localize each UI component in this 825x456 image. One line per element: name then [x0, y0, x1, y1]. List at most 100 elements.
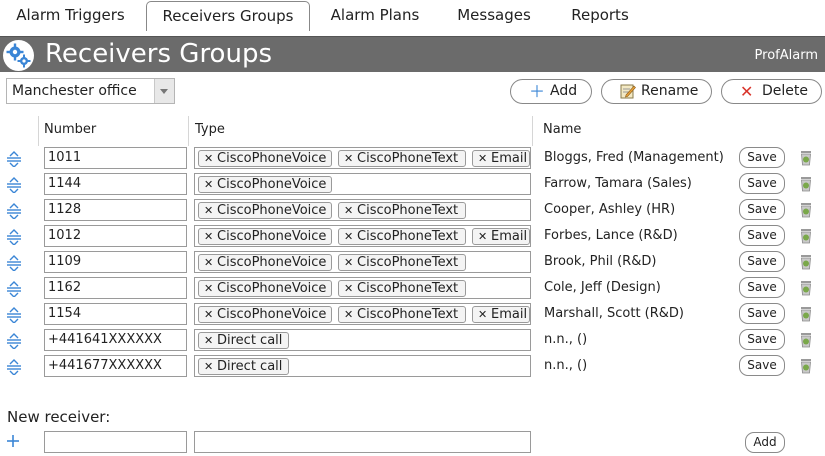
- remove-tag-icon[interactable]: ✕: [204, 255, 213, 270]
- type-field[interactable]: ✕ Direct call: [194, 329, 531, 351]
- trash-icon[interactable]: [799, 332, 813, 348]
- save-button[interactable]: Save: [739, 199, 785, 220]
- trash-icon[interactable]: [799, 280, 813, 296]
- type-tag: ✕ Direct call: [198, 358, 289, 375]
- save-button[interactable]: Save: [739, 251, 785, 272]
- drag-handle-icon[interactable]: [6, 151, 22, 168]
- remove-tag-icon[interactable]: ✕: [204, 281, 213, 296]
- trash-icon[interactable]: [799, 176, 813, 192]
- new-receiver-type-input[interactable]: [194, 431, 531, 453]
- add-group-button[interactable]: ＋ Add: [510, 79, 592, 104]
- type-tag-label: CiscoPhoneText: [357, 281, 459, 296]
- tab-reports[interactable]: Reports: [556, 1, 644, 30]
- rename-group-button[interactable]: Rename: [601, 79, 712, 104]
- trash-icon[interactable]: [799, 254, 813, 270]
- remove-tag-icon[interactable]: ✕: [204, 151, 213, 166]
- remove-tag-icon[interactable]: ✕: [344, 151, 353, 166]
- number-field[interactable]: +441641XXXXXX: [44, 329, 187, 351]
- save-button[interactable]: Save: [739, 173, 785, 194]
- tab-alarm-triggers[interactable]: Alarm Triggers: [4, 1, 137, 30]
- drag-handle-icon[interactable]: [6, 203, 22, 220]
- number-field[interactable]: 1128: [44, 199, 187, 221]
- table-row: 1144 ✕ CiscoPhoneVoice Farrow, Tamara (Sale…: [0, 172, 825, 198]
- remove-tag-icon[interactable]: ✕: [204, 177, 213, 192]
- remove-tag-icon[interactable]: ✕: [478, 307, 487, 322]
- type-field[interactable]: ✕ Direct call: [194, 355, 531, 377]
- drag-handle-icon[interactable]: [6, 359, 22, 376]
- remove-tag-icon[interactable]: ✕: [344, 255, 353, 270]
- number-field[interactable]: 1012: [44, 225, 187, 247]
- drag-handle-icon[interactable]: [6, 333, 22, 350]
- drag-handle-icon[interactable]: [6, 229, 22, 246]
- type-tag-label: Email: [491, 151, 528, 166]
- save-button[interactable]: Save: [739, 225, 785, 246]
- type-field[interactable]: ✕ CiscoPhoneVoice ✕ CiscoPhoneText: [194, 277, 531, 299]
- remove-tag-icon[interactable]: ✕: [344, 203, 353, 218]
- number-field[interactable]: 1109: [44, 251, 187, 273]
- drag-handle-icon[interactable]: [6, 281, 22, 298]
- remove-tag-icon[interactable]: ✕: [204, 359, 213, 374]
- remove-tag-icon[interactable]: ✕: [204, 203, 213, 218]
- page-header: Receivers Groups ProfAlarm: [0, 36, 825, 72]
- number-field[interactable]: 1154: [44, 303, 187, 325]
- type-field[interactable]: ✕ CiscoPhoneVoice: [194, 173, 531, 195]
- remove-tag-icon[interactable]: ✕: [204, 229, 213, 244]
- trash-icon[interactable]: [799, 228, 813, 244]
- type-field[interactable]: ✕ CiscoPhoneVoice ✕ CiscoPhoneText ✕ Email: [194, 225, 531, 247]
- save-button[interactable]: Save: [739, 329, 785, 350]
- new-receiver-number-input[interactable]: [44, 431, 187, 453]
- type-tag: ✕ CiscoPhoneVoice: [198, 254, 332, 271]
- remove-tag-icon[interactable]: ✕: [478, 229, 487, 244]
- type-tag-label: Email: [491, 229, 528, 244]
- tab-messages[interactable]: Messages: [446, 1, 542, 30]
- trash-icon[interactable]: [799, 150, 813, 166]
- table-row: 1012 ✕ CiscoPhoneVoice ✕ CiscoPhoneText ✕ Emai…: [0, 224, 825, 250]
- save-button[interactable]: Save: [739, 277, 785, 298]
- remove-tag-icon[interactable]: ✕: [344, 281, 353, 296]
- remove-tag-icon[interactable]: ✕: [204, 333, 213, 348]
- save-button[interactable]: Save: [739, 147, 785, 168]
- remove-tag-icon[interactable]: ✕: [478, 151, 487, 166]
- type-tag-label: Direct call: [217, 333, 283, 348]
- type-field[interactable]: ✕ CiscoPhoneVoice ✕ CiscoPhoneText ✕ Email: [194, 147, 531, 169]
- number-field[interactable]: 1144: [44, 173, 187, 195]
- remove-tag-icon[interactable]: ✕: [344, 229, 353, 244]
- type-tag: ✕ Email: [472, 228, 530, 245]
- table-row: 1011 ✕ CiscoPhoneVoice ✕ CiscoPhoneText ✕ Emai…: [0, 146, 825, 172]
- delete-group-button[interactable]: ✕ Delete: [721, 79, 822, 104]
- type-field[interactable]: ✕ CiscoPhoneVoice ✕ CiscoPhoneText: [194, 251, 531, 273]
- tab-receivers-groups[interactable]: Receivers Groups: [146, 1, 310, 31]
- drag-handle-icon[interactable]: [6, 307, 22, 324]
- remove-tag-icon[interactable]: ✕: [204, 307, 213, 322]
- number-field[interactable]: 1011: [44, 147, 187, 169]
- tab-alarm-plans[interactable]: Alarm Plans: [318, 1, 432, 30]
- save-button[interactable]: Save: [739, 303, 785, 324]
- group-select[interactable]: Manchester office: [6, 78, 175, 104]
- number-field[interactable]: +441677XXXXXX: [44, 355, 187, 377]
- table-row: 1154 ✕ CiscoPhoneVoice ✕ CiscoPhoneText ✕ Emai…: [0, 302, 825, 328]
- type-tag: ✕ CiscoPhoneText: [338, 306, 466, 323]
- chevron-down-icon[interactable]: [154, 79, 174, 103]
- type-tag-label: CiscoPhoneText: [357, 307, 459, 322]
- receiver-name: Bloggs, Fred (Management): [544, 150, 724, 165]
- trash-icon[interactable]: [799, 358, 813, 374]
- trash-icon[interactable]: [799, 202, 813, 218]
- remove-tag-icon[interactable]: ✕: [344, 307, 353, 322]
- save-button[interactable]: Save: [739, 355, 785, 376]
- add-receiver-button[interactable]: Add: [745, 432, 785, 453]
- type-field[interactable]: ✕ CiscoPhoneVoice ✕ CiscoPhoneText: [194, 199, 531, 221]
- drag-handle-icon[interactable]: [6, 177, 22, 194]
- type-field[interactable]: ✕ CiscoPhoneVoice ✕ CiscoPhoneText ✕ Email: [194, 303, 531, 325]
- edit-icon: [620, 83, 636, 103]
- table-row: +441641XXXXXX ✕ Direct call n.n., () Save: [0, 328, 825, 354]
- type-tag: ✕ Direct call: [198, 332, 289, 349]
- column-divider: [532, 116, 533, 146]
- number-field[interactable]: 1162: [44, 277, 187, 299]
- column-header-type: Type: [195, 122, 225, 137]
- drag-handle-icon[interactable]: [6, 255, 22, 272]
- group-select-value: Manchester office: [12, 83, 137, 99]
- plus-icon[interactable]: [6, 434, 20, 448]
- trash-icon[interactable]: [799, 306, 813, 322]
- column-divider: [188, 116, 189, 146]
- table-row: 1128 ✕ CiscoPhoneVoice ✕ CiscoPhoneText Coope…: [0, 198, 825, 224]
